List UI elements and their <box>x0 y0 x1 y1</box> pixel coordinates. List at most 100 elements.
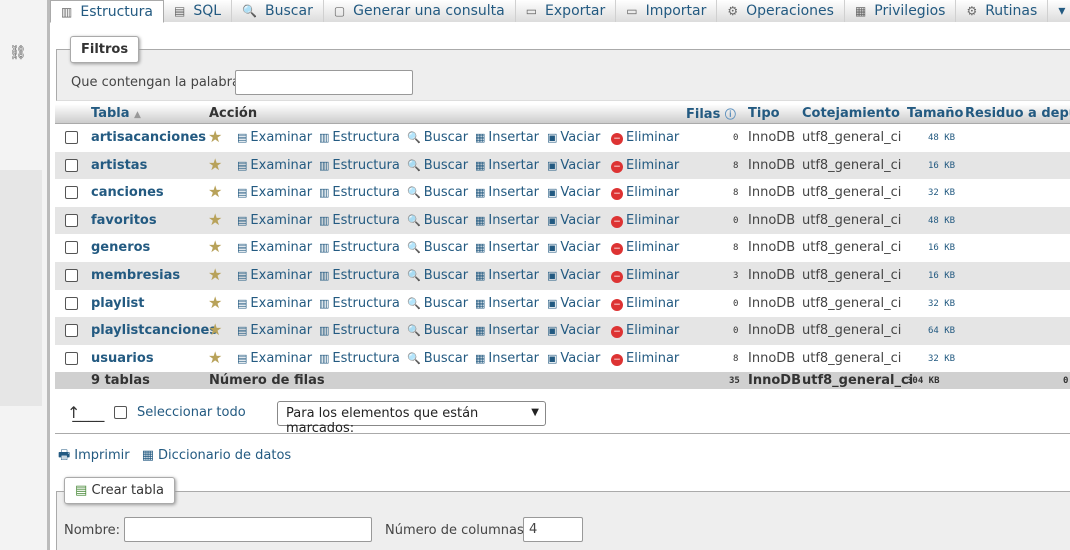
table-size-link[interactable]: 16 KB <box>928 271 955 281</box>
favorite-star-icon[interactable]: ★ <box>208 293 222 312</box>
structure-action[interactable]: ▥ Estructura <box>319 213 400 228</box>
insert-action[interactable]: ▦ Insertar <box>475 158 539 173</box>
insert-action[interactable]: ▦ Insertar <box>475 268 539 283</box>
table-name-link[interactable]: playlistcanciones <box>91 323 217 338</box>
columns-count-input[interactable]: 4 <box>523 517 583 542</box>
table-name-link[interactable]: canciones <box>91 185 164 200</box>
search-action[interactable]: 🔍 Buscar <box>407 323 468 338</box>
table-size-link[interactable]: 16 KB <box>928 243 955 253</box>
row-checkbox[interactable] <box>65 186 78 200</box>
overhead-header[interactable]: Residuo a depurar <box>965 106 1070 121</box>
browse-action[interactable]: ▤ Examinar <box>237 130 312 145</box>
drop-action[interactable]: − Eliminar <box>611 130 679 145</box>
empty-action[interactable]: ▣ Vaciar <box>547 296 600 311</box>
favorite-star-icon[interactable]: ★ <box>208 127 222 146</box>
select-all-label[interactable]: Seleccionar todo <box>137 405 246 420</box>
insert-action[interactable]: ▦ Insertar <box>475 213 539 228</box>
table-size-link[interactable]: 32 KB <box>928 299 955 309</box>
row-checkbox[interactable] <box>65 324 78 338</box>
search-action[interactable]: 🔍 Buscar <box>407 351 468 366</box>
favorite-star-icon[interactable]: ★ <box>208 348 222 367</box>
drop-action[interactable]: − Eliminar <box>611 185 679 201</box>
row-checkbox[interactable] <box>65 241 78 255</box>
insert-action[interactable]: ▦ Insertar <box>475 323 539 338</box>
insert-action[interactable]: ▦ Insertar <box>475 185 539 200</box>
empty-action[interactable]: ▣ Vaciar <box>547 323 600 338</box>
favorite-star-icon[interactable]: ★ <box>208 320 222 339</box>
table-size-link[interactable]: 64 KB <box>928 326 955 336</box>
sort-table-header[interactable]: Tabla ▲ <box>91 106 141 121</box>
tab-rutinas[interactable]: ⚙ Rutinas <box>956 0 1049 22</box>
structure-action[interactable]: ▥ Estructura <box>319 351 400 366</box>
row-checkbox[interactable] <box>65 158 78 172</box>
help-icon[interactable]: ⓘ <box>725 108 736 121</box>
type-header[interactable]: Tipo <box>748 106 780 121</box>
more-tabs-chevron-icon[interactable]: ▾ <box>1048 0 1070 22</box>
search-action[interactable]: 🔍 Buscar <box>407 240 468 255</box>
structure-action[interactable]: ▥ Estructura <box>319 185 400 200</box>
browse-action[interactable]: ▤ Examinar <box>237 351 312 366</box>
row-checkbox[interactable] <box>65 213 78 227</box>
tab-exportar[interactable]: ▭ Exportar <box>515 0 617 22</box>
table-name-link[interactable]: artistas <box>91 158 147 173</box>
structure-action[interactable]: ▥ Estructura <box>319 158 400 173</box>
insert-action[interactable]: ▦ Insertar <box>475 240 539 255</box>
drop-action[interactable]: − Eliminar <box>611 351 679 366</box>
drop-action[interactable]: − Eliminar <box>611 323 679 339</box>
print-link[interactable]: Imprimir <box>74 448 129 463</box>
select-all-checkbox[interactable] <box>114 406 127 419</box>
drop-action[interactable]: − Eliminar <box>611 296 679 311</box>
tab-operaciones[interactable]: ⚙ Operaciones <box>717 0 845 22</box>
empty-action[interactable]: ▣ Vaciar <box>547 158 600 173</box>
browse-action[interactable]: ▤ Examinar <box>237 185 312 200</box>
browse-action[interactable]: ▤ Examinar <box>237 323 312 338</box>
link-icon[interactable]: ⛓ <box>9 45 27 61</box>
table-name-input[interactable] <box>124 517 372 542</box>
browse-action[interactable]: ▤ Examinar <box>237 158 312 173</box>
search-action[interactable]: 🔍 Buscar <box>407 130 468 145</box>
search-action[interactable]: 🔍 Buscar <box>407 296 468 311</box>
collation-header[interactable]: Cotejamiento <box>802 106 900 121</box>
empty-action[interactable]: ▣ Vaciar <box>547 351 600 366</box>
structure-action[interactable]: ▥ Estructura <box>319 323 400 338</box>
table-size-link[interactable]: 48 KB <box>928 133 955 143</box>
tab-importar[interactable]: ▭ Importar <box>616 0 718 22</box>
insert-action[interactable]: ▦ Insertar <box>475 351 539 366</box>
bulk-action-dropdown[interactable]: Para los elementos que están marcados: ▼ <box>277 401 546 436</box>
search-action[interactable]: 🔍 Buscar <box>407 213 468 228</box>
drop-action[interactable]: − Eliminar <box>611 213 679 228</box>
tab-generar-una-consulta[interactable]: ▢ Generar una consulta <box>323 0 516 22</box>
empty-action[interactable]: ▣ Vaciar <box>547 213 600 228</box>
table-size-link[interactable]: 16 KB <box>928 161 955 171</box>
row-checkbox[interactable] <box>65 131 78 144</box>
browse-action[interactable]: ▤ Examinar <box>237 240 312 255</box>
table-name-link[interactable]: artisacanciones <box>91 130 206 145</box>
favorite-star-icon[interactable]: ★ <box>208 265 222 284</box>
table-size-link[interactable]: 32 KB <box>928 354 955 364</box>
browse-action[interactable]: ▤ Examinar <box>237 296 312 311</box>
empty-action[interactable]: ▣ Vaciar <box>547 185 600 200</box>
browse-action[interactable]: ▤ Examinar <box>237 268 312 283</box>
table-name-link[interactable]: favoritos <box>91 213 157 228</box>
row-checkbox[interactable] <box>65 268 78 282</box>
empty-action[interactable]: ▣ Vaciar <box>547 268 600 283</box>
table-name-link[interactable]: membresias <box>91 268 180 283</box>
empty-action[interactable]: ▣ Vaciar <box>547 130 600 145</box>
search-action[interactable]: 🔍 Buscar <box>407 158 468 173</box>
rows-header[interactable]: Filas ⓘ <box>686 106 736 122</box>
table-name-link[interactable]: usuarios <box>91 351 154 366</box>
empty-action[interactable]: ▣ Vaciar <box>547 240 600 255</box>
favorite-star-icon[interactable]: ★ <box>208 237 222 256</box>
browse-action[interactable]: ▤ Examinar <box>237 213 312 228</box>
favorite-star-icon[interactable]: ★ <box>208 155 222 174</box>
insert-action[interactable]: ▦ Insertar <box>475 296 539 311</box>
favorite-star-icon[interactable]: ★ <box>208 210 222 229</box>
tab-sql[interactable]: ▤ SQL <box>164 0 233 22</box>
structure-action[interactable]: ▥ Estructura <box>319 296 400 311</box>
dictionary-link[interactable]: Diccionario de datos <box>158 448 291 463</box>
table-size-link[interactable]: 32 KB <box>928 188 955 198</box>
table-size-link[interactable]: 48 KB <box>928 216 955 226</box>
tab-estructura[interactable]: ▥ Estructura <box>50 0 164 23</box>
tab-buscar[interactable]: 🔍 Buscar <box>232 0 324 22</box>
size-header[interactable]: Tamaño <box>907 106 963 121</box>
